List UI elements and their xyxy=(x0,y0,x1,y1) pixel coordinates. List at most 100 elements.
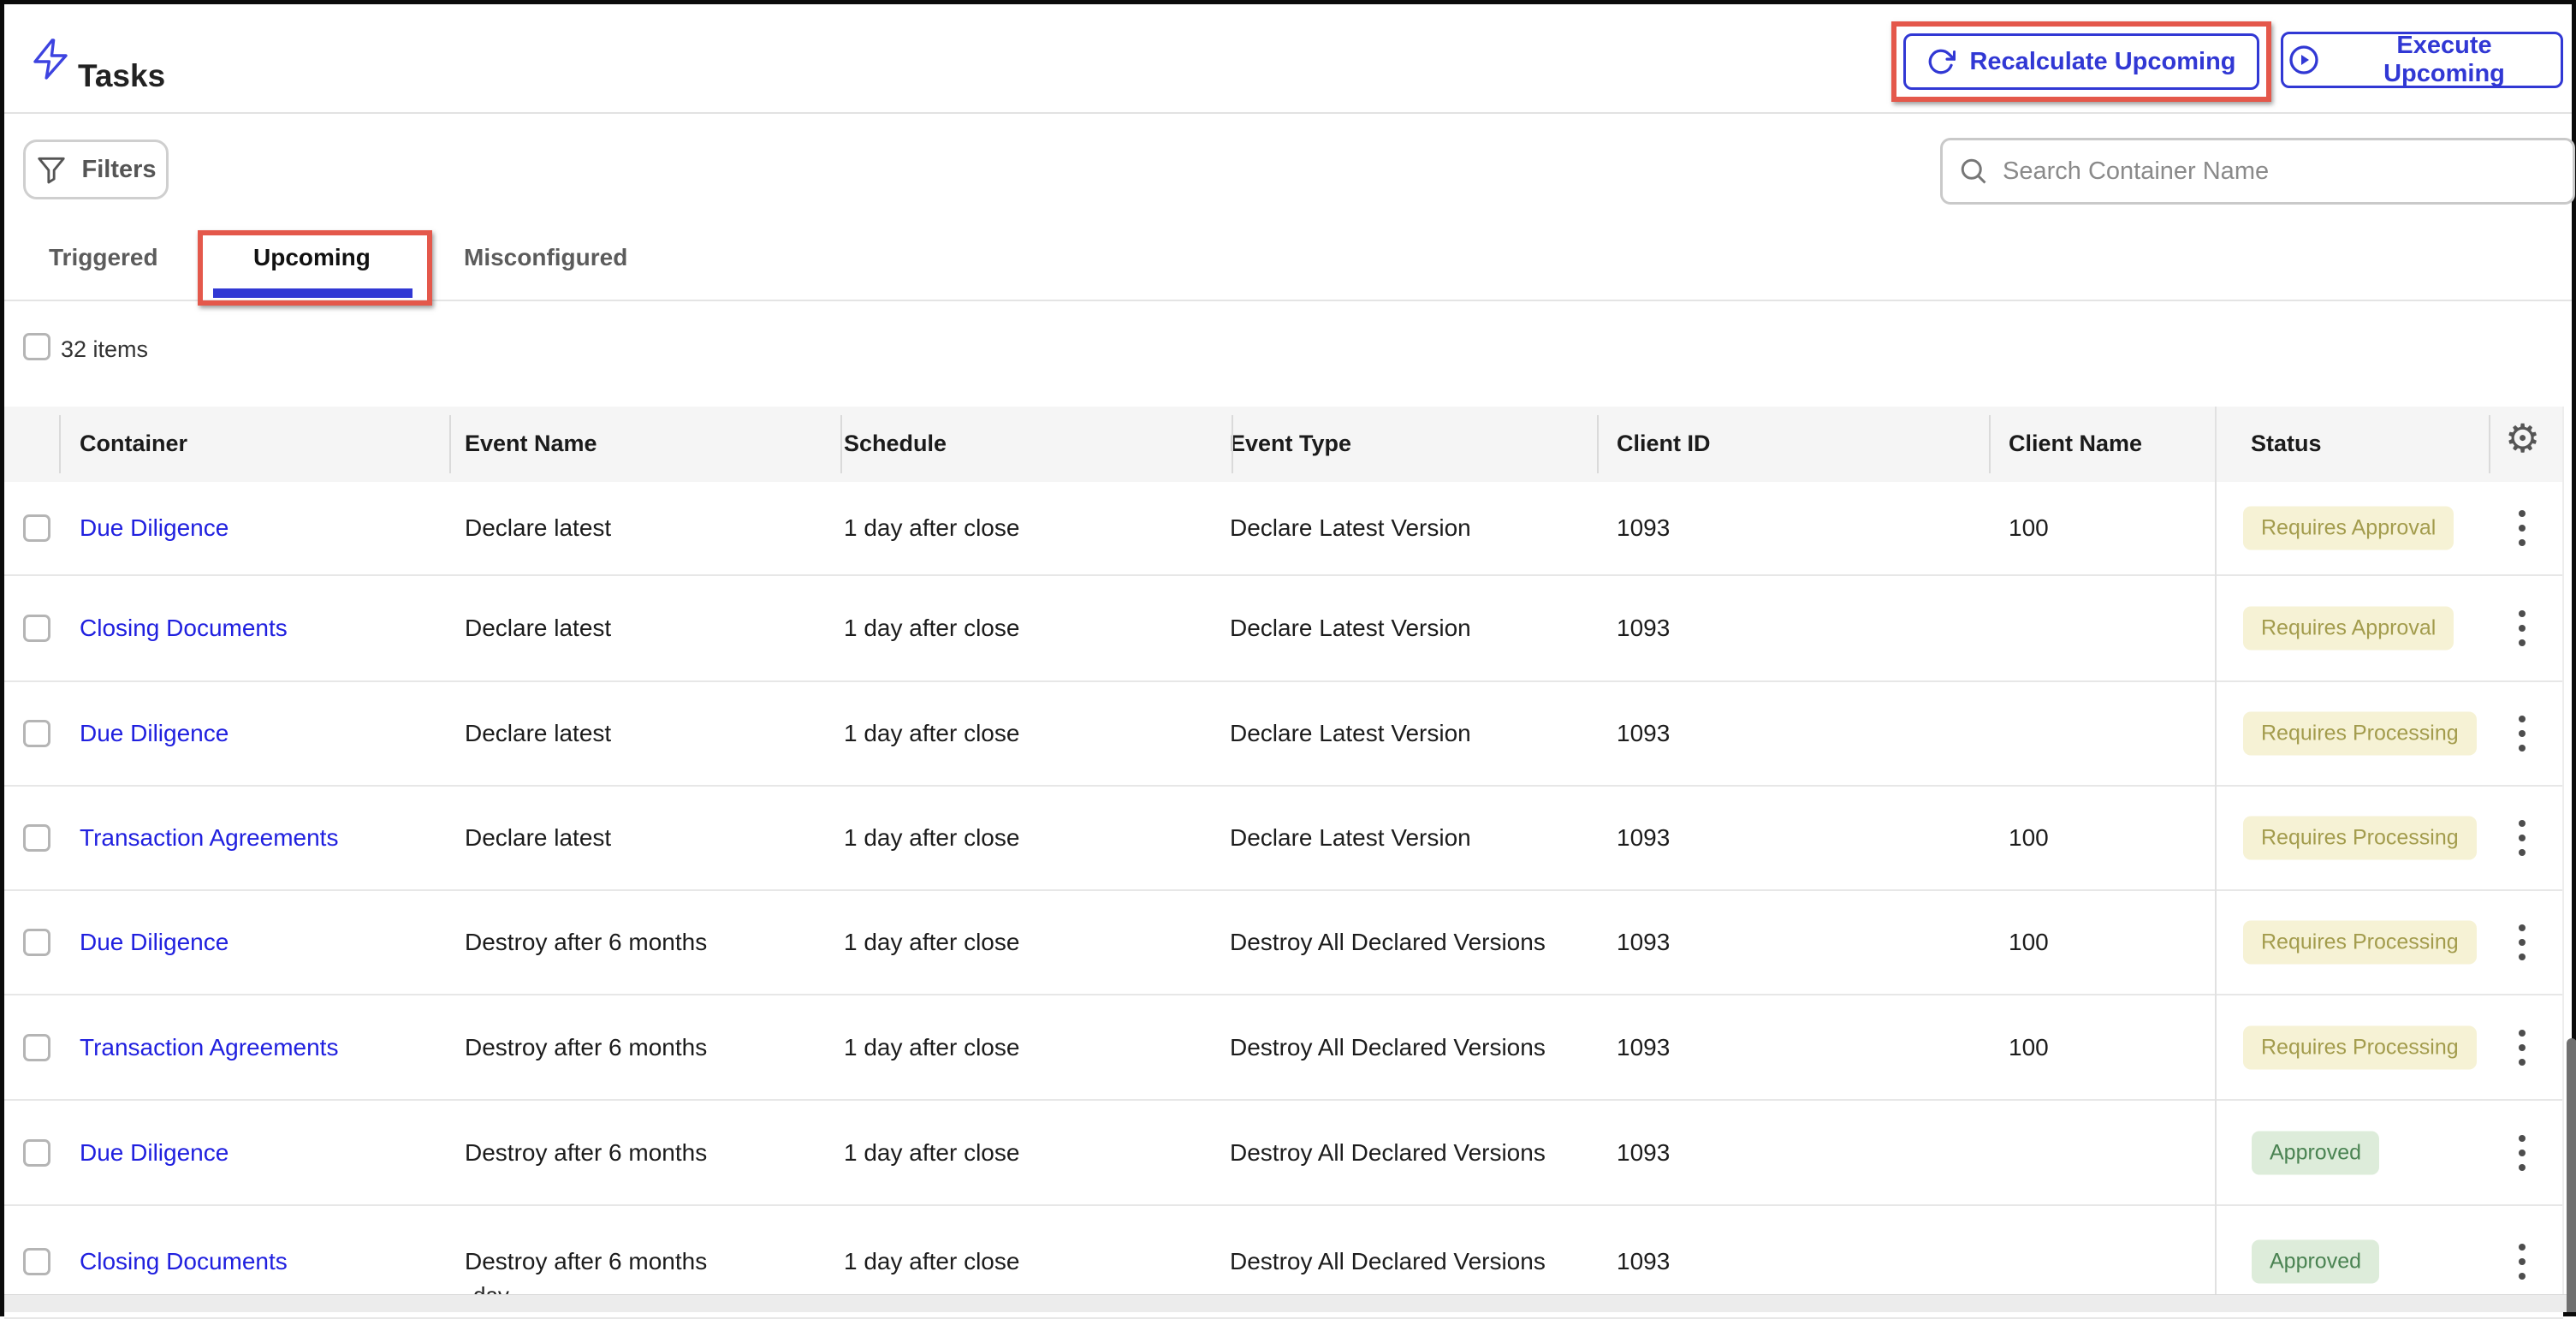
vertical-scrollbar-thumb[interactable] xyxy=(2567,1038,2576,1312)
container-link[interactable]: Due Diligence xyxy=(80,929,229,956)
client-id-cell: 1093 xyxy=(1617,1139,1670,1167)
row-actions-kebab-icon[interactable] xyxy=(2515,1240,2529,1283)
tab-upcoming[interactable]: Upcoming xyxy=(253,244,371,271)
items-count-label: 32 items xyxy=(61,336,148,363)
client-id-cell: 1093 xyxy=(1617,1248,1670,1275)
client-name-cell: 100 xyxy=(2009,514,2049,542)
column-header-client-name: Client Name xyxy=(2009,431,2142,457)
header-column-divider xyxy=(1597,415,1599,473)
row-checkbox[interactable] xyxy=(23,929,50,956)
container-link[interactable]: Closing Documents xyxy=(80,615,288,642)
event-name-cell: Declare latest xyxy=(465,824,611,852)
column-settings-gear-icon[interactable]: ⚙ xyxy=(2505,419,2540,458)
tab-misconfigured[interactable]: Misconfigured xyxy=(464,244,627,271)
row-checkbox[interactable] xyxy=(23,1248,50,1275)
event-type-cell: Declare Latest Version xyxy=(1230,824,1471,852)
client-name-cell: 100 xyxy=(2009,1034,2049,1061)
filter-funnel-icon xyxy=(35,153,68,186)
header-column-divider xyxy=(1989,415,1991,473)
client-id-cell: 1093 xyxy=(1617,1034,1670,1061)
table-row: Transaction Agreements Destroy after 6 m… xyxy=(4,995,2563,1101)
client-id-cell: 1093 xyxy=(1617,824,1670,852)
event-type-cell: Destroy All Declared Versions xyxy=(1230,1034,1546,1061)
selection-row: 32 items xyxy=(4,330,689,367)
client-id-cell: 1093 xyxy=(1617,929,1670,956)
schedule-cell: 1 day after close xyxy=(844,720,1019,747)
filters-button[interactable]: Filters xyxy=(23,140,169,199)
client-name-cell: 100 xyxy=(2009,929,2049,956)
tasks-bolt-icon xyxy=(30,37,71,81)
row-checkbox[interactable] xyxy=(23,615,50,642)
select-all-checkbox[interactable] xyxy=(23,333,50,360)
event-type-cell: Destroy All Declared Versions xyxy=(1230,1139,1546,1167)
table-row: Due Diligence Destroy after 6 months 1 d… xyxy=(4,891,2563,995)
column-header-container: Container xyxy=(80,431,187,457)
container-link[interactable]: Due Diligence xyxy=(80,1139,229,1167)
search-box xyxy=(1940,138,2575,205)
event-name-overflow: - xyxy=(473,1068,481,1080)
status-badge: Requires Approval xyxy=(2243,507,2454,550)
event-name-overflow: day xyxy=(473,1282,509,1294)
client-id-cell: 1093 xyxy=(1617,615,1670,642)
event-name-cell: Declare latest xyxy=(465,615,611,642)
status-badge: Requires Processing xyxy=(2243,1025,2477,1069)
status-badge: Requires Processing xyxy=(2243,712,2477,756)
client-name-cell: 100 xyxy=(2009,824,2049,852)
status-badge: Requires Approval xyxy=(2243,607,2454,651)
schedule-cell: 1 day after close xyxy=(844,824,1019,852)
event-name-cell: Declare latest xyxy=(465,514,611,542)
container-link[interactable]: Due Diligence xyxy=(80,720,229,747)
execute-upcoming-button[interactable]: Execute Upcoming xyxy=(2281,32,2563,88)
column-header-status: Status xyxy=(2251,431,2322,457)
table-right-border xyxy=(2562,407,2564,1294)
page-title: Tasks xyxy=(78,58,165,94)
refresh-icon xyxy=(1926,47,1956,76)
schedule-cell: 1 day after close xyxy=(844,1034,1019,1061)
row-actions-kebab-icon[interactable] xyxy=(2515,607,2529,650)
row-actions-kebab-icon[interactable] xyxy=(2515,1132,2529,1174)
row-actions-kebab-icon[interactable] xyxy=(2515,712,2529,755)
row-actions-kebab-icon[interactable] xyxy=(2515,921,2529,964)
container-link[interactable]: Transaction Agreements xyxy=(80,1034,338,1061)
table-header: ⚙ ContainerEvent NameScheduleEvent TypeC… xyxy=(4,407,2563,482)
row-actions-kebab-icon[interactable] xyxy=(2515,1026,2529,1069)
schedule-cell: 1 day after close xyxy=(844,615,1019,642)
row-checkbox[interactable] xyxy=(23,720,50,747)
tab-triggered[interactable]: Triggered xyxy=(49,244,158,271)
row-actions-kebab-icon[interactable] xyxy=(2515,817,2529,859)
schedule-cell: 1 day after close xyxy=(844,929,1019,956)
row-checkbox[interactable] xyxy=(23,1139,50,1167)
search-input[interactable] xyxy=(2001,157,2557,187)
recalculate-upcoming-label: Recalculate Upcoming xyxy=(1969,48,2235,76)
row-checkbox[interactable] xyxy=(23,1034,50,1061)
horizontal-scrollbar-track[interactable] xyxy=(4,1294,2572,1312)
search-icon xyxy=(1958,156,1989,187)
event-type-cell: Declare Latest Version xyxy=(1230,720,1471,747)
row-checkbox[interactable] xyxy=(23,514,50,542)
table-body: Due Diligence Declare latest 1 day after… xyxy=(4,482,2563,1319)
event-name-cell: Destroy after 6 months xyxy=(465,1139,707,1167)
row-checkbox[interactable] xyxy=(23,824,50,852)
column-header-event-name: Event Name xyxy=(465,431,597,457)
table-row: Closing Documents Declare latest 1 day a… xyxy=(4,576,2563,682)
annotation-box-recalculate: Recalculate Upcoming xyxy=(1891,21,2271,102)
column-header-client-id: Client ID xyxy=(1617,431,1711,457)
container-link[interactable]: Transaction Agreements xyxy=(80,824,338,852)
event-name-cell: Destroy after 6 months xyxy=(465,929,707,956)
recalculate-upcoming-button[interactable]: Recalculate Upcoming xyxy=(1903,33,2259,90)
filters-label: Filters xyxy=(81,156,156,184)
header-column-divider xyxy=(1232,415,1233,473)
event-name-cell: Destroy after 6 months xyxy=(465,1034,707,1061)
row-actions-kebab-icon[interactable] xyxy=(2515,507,2529,550)
container-link[interactable]: Closing Documents xyxy=(80,1248,288,1275)
event-type-cell: Destroy All Declared Versions xyxy=(1230,1248,1546,1275)
status-badge: Requires Processing xyxy=(2243,817,2477,860)
header-column-divider xyxy=(449,415,451,473)
container-link[interactable]: Due Diligence xyxy=(80,514,229,542)
status-badge: Requires Processing xyxy=(2243,921,2477,965)
header-column-divider xyxy=(2489,415,2490,473)
schedule-cell: 1 day after close xyxy=(844,514,1019,542)
execute-upcoming-label: Execute Upcoming xyxy=(2333,32,2555,88)
status-badge: Approved xyxy=(2252,1240,2379,1284)
event-name-cell: Destroy after 6 months xyxy=(465,1248,707,1275)
